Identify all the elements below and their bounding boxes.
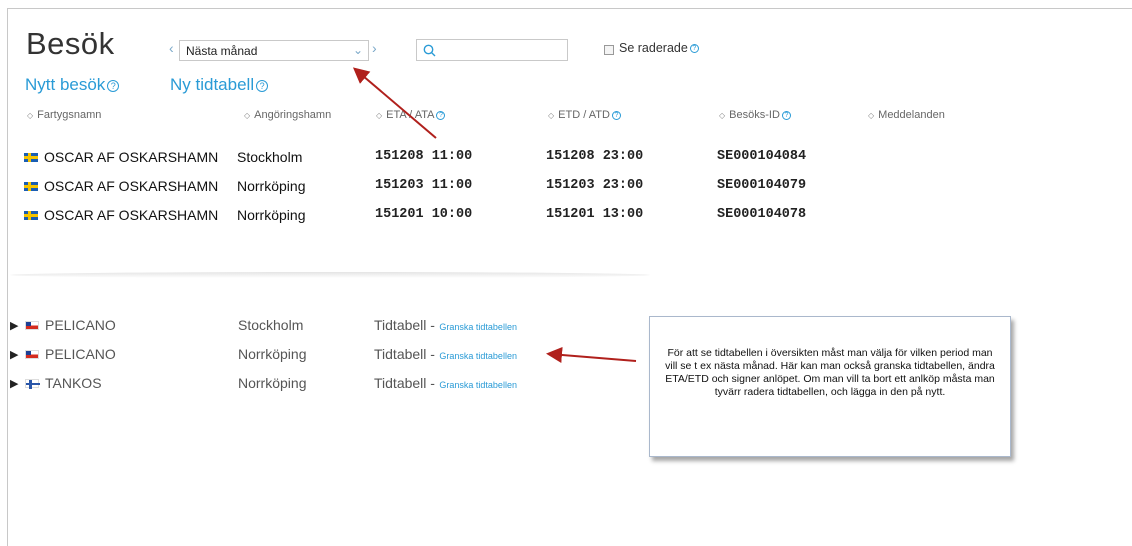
ship-name: TANKOS bbox=[45, 375, 102, 391]
port-cell: Norrköping bbox=[238, 375, 307, 391]
ship-name-cell: OSCAR AF OSKARSHAMN bbox=[24, 149, 218, 165]
column-label: Meddelanden bbox=[878, 109, 945, 121]
column-label: ETA / ATA bbox=[386, 109, 435, 121]
sort-icon: ◇ bbox=[376, 111, 383, 120]
ship-name-cell: TANKOS bbox=[25, 375, 102, 391]
etd-cell: 151203 23:00 bbox=[546, 178, 644, 193]
visit-id-cell: SE000104084 bbox=[717, 149, 807, 164]
chile-flag-icon bbox=[25, 320, 39, 330]
period-select[interactable]: Nästa månad ⌄ bbox=[179, 40, 369, 61]
show-deleted-text: Se raderade bbox=[619, 41, 688, 55]
port-cell: Stockholm bbox=[238, 317, 304, 333]
schedule-cell: Tidtabell - Granska tidtabellen bbox=[374, 346, 517, 364]
help-icon[interactable]: ? bbox=[689, 44, 699, 54]
search-input[interactable] bbox=[416, 39, 568, 61]
sort-icon: ◇ bbox=[719, 111, 726, 120]
sort-icon: ◇ bbox=[27, 111, 34, 120]
show-deleted-label: Se raderade? bbox=[619, 41, 699, 55]
new-schedule-label: Ny tidtabell bbox=[170, 75, 255, 94]
new-schedule-link[interactable]: Ny tidtabell? bbox=[170, 75, 269, 95]
expand-icon[interactable]: ▶ bbox=[10, 348, 18, 361]
schedule-label: Tidtabell - bbox=[374, 375, 435, 391]
review-schedule-link[interactable]: Granska tidtabellen bbox=[439, 351, 517, 361]
column-label: Besöks-ID bbox=[729, 109, 780, 121]
callout-text: För att se tidtabellen i översikten måst… bbox=[665, 347, 995, 398]
table-row[interactable]: OSCAR AF OSKARSHAMN Stockholm 151208 11:… bbox=[0, 149, 1000, 169]
column-header-etd[interactable]: ◇ ETD / ATD? bbox=[548, 109, 621, 121]
ship-name-cell: PELICANO bbox=[25, 346, 116, 362]
prev-period-icon[interactable]: ‹ bbox=[169, 40, 174, 56]
eta-cell: 151203 11:00 bbox=[375, 178, 473, 193]
column-header-port[interactable]: ◇ Angöringshamn bbox=[244, 109, 331, 121]
column-label: Fartygsnamn bbox=[37, 109, 102, 121]
section-divider bbox=[10, 272, 650, 278]
search-icon bbox=[423, 44, 436, 57]
ship-name-cell: OSCAR AF OSKARSHAMN bbox=[24, 207, 218, 223]
sort-icon: ◇ bbox=[548, 111, 555, 120]
port-cell: Norrköping bbox=[237, 207, 306, 223]
schedule-cell: Tidtabell - Granska tidtabellen bbox=[374, 375, 517, 393]
column-header-visit-id[interactable]: ◇ Besöks-ID? bbox=[719, 109, 791, 121]
sweden-flag-icon bbox=[24, 210, 38, 220]
review-schedule-link[interactable]: Granska tidtabellen bbox=[439, 322, 517, 332]
table-row[interactable]: OSCAR AF OSKARSHAMN Norrköping 151203 11… bbox=[0, 178, 1000, 198]
sweden-flag-icon bbox=[24, 181, 38, 191]
column-header-ship-name[interactable]: ◇ Fartygsnamn bbox=[27, 109, 101, 121]
schedule-label: Tidtabell - bbox=[374, 317, 435, 333]
eta-cell: 151201 10:00 bbox=[375, 207, 473, 222]
ship-name: OSCAR AF OSKARSHAMN bbox=[44, 207, 219, 223]
ship-name: PELICANO bbox=[45, 317, 116, 333]
help-icon[interactable]: ? bbox=[436, 110, 446, 120]
eta-cell: 151208 11:00 bbox=[375, 149, 473, 164]
expand-icon[interactable]: ▶ bbox=[10, 377, 18, 390]
new-visit-link[interactable]: Nytt besök? bbox=[25, 75, 120, 95]
schedule-label: Tidtabell - bbox=[374, 346, 435, 362]
ship-name: OSCAR AF OSKARSHAMN bbox=[44, 178, 219, 194]
next-period-icon[interactable]: › bbox=[372, 40, 377, 56]
review-schedule-link[interactable]: Granska tidtabellen bbox=[439, 380, 517, 390]
port-cell: Norrköping bbox=[238, 346, 307, 362]
new-visit-label: Nytt besök bbox=[25, 75, 106, 94]
port-cell: Stockholm bbox=[237, 149, 303, 165]
chevron-down-icon: ⌄ bbox=[352, 43, 363, 57]
ship-name: PELICANO bbox=[45, 346, 116, 362]
table-row[interactable]: OSCAR AF OSKARSHAMN Norrköping 151201 10… bbox=[0, 207, 1000, 227]
schedule-cell: Tidtabell - Granska tidtabellen bbox=[374, 317, 517, 335]
visit-id-cell: SE000104078 bbox=[717, 207, 807, 222]
page-title: Besök bbox=[26, 26, 115, 61]
expand-icon[interactable]: ▶ bbox=[10, 319, 18, 332]
column-label: Angöringshamn bbox=[254, 109, 332, 121]
help-icon[interactable]: ? bbox=[781, 110, 791, 120]
show-deleted-checkbox[interactable] bbox=[604, 45, 614, 55]
etd-cell: 151208 23:00 bbox=[546, 149, 644, 164]
etd-cell: 151201 13:00 bbox=[546, 207, 644, 222]
column-header-eta[interactable]: ◇ ETA / ATA? bbox=[376, 109, 446, 121]
help-icon[interactable]: ? bbox=[256, 79, 269, 92]
ship-name-cell: PELICANO bbox=[25, 317, 116, 333]
column-header-messages[interactable]: ◇ Meddelanden bbox=[868, 109, 945, 121]
sort-icon: ◇ bbox=[244, 111, 251, 120]
help-icon[interactable]: ? bbox=[107, 79, 120, 92]
annotation-callout: För att se tidtabellen i översikten måst… bbox=[649, 316, 1011, 457]
ship-name: OSCAR AF OSKARSHAMN bbox=[44, 149, 219, 165]
sort-icon: ◇ bbox=[868, 111, 875, 120]
finland-flag-icon bbox=[25, 378, 40, 389]
sweden-flag-icon bbox=[24, 152, 38, 162]
chile-flag-icon bbox=[25, 349, 39, 359]
column-label: ETD / ATD bbox=[558, 109, 610, 121]
port-cell: Norrköping bbox=[237, 178, 306, 194]
ship-name-cell: OSCAR AF OSKARSHAMN bbox=[24, 178, 218, 194]
period-select-value: Nästa månad bbox=[186, 44, 258, 58]
visit-id-cell: SE000104079 bbox=[717, 178, 807, 193]
help-icon[interactable]: ? bbox=[611, 110, 621, 120]
